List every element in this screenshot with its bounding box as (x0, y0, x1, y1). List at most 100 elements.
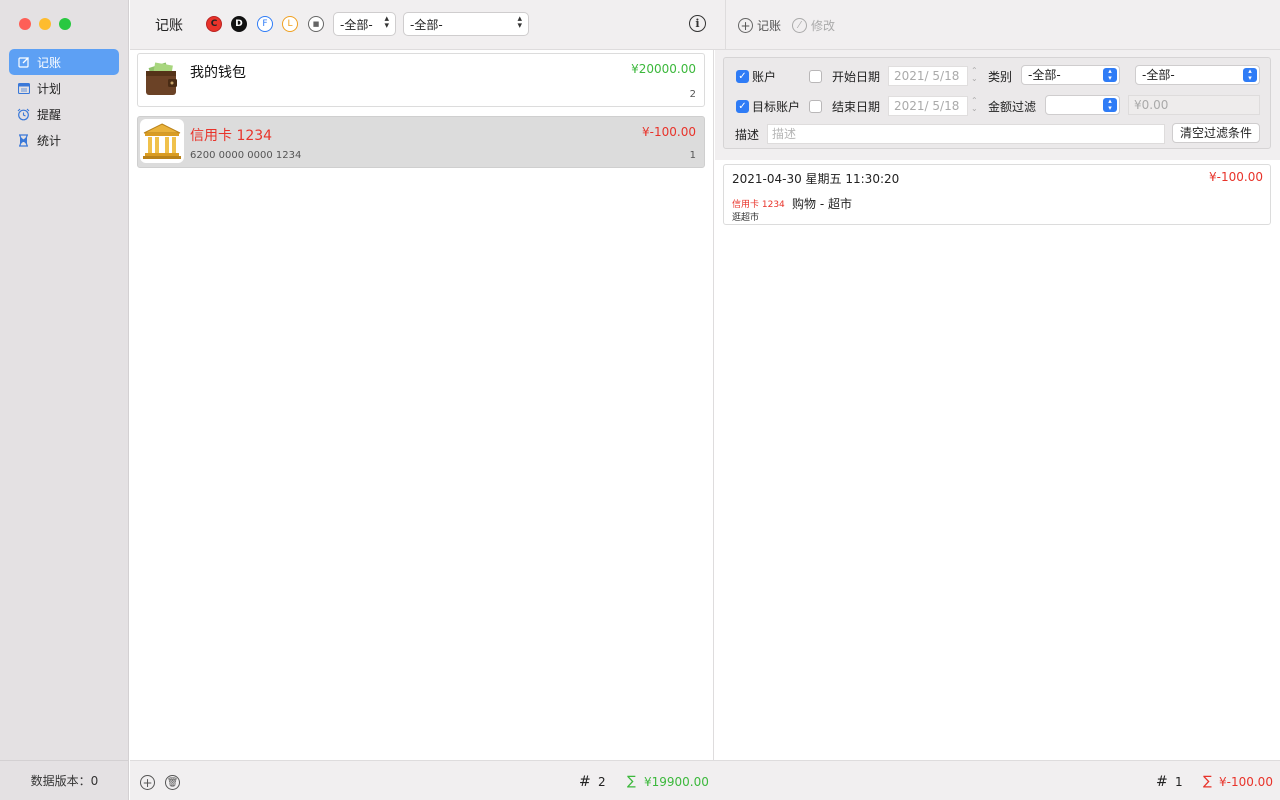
start-date-label: 开始日期 (832, 70, 881, 84)
window-controls (19, 18, 71, 30)
sidebar-item-plan[interactable]: 计划 (9, 75, 119, 101)
delete-account-button[interactable]: 🗑 (165, 775, 180, 790)
wallet-icon (140, 57, 184, 101)
total-balance: ¥19900.00 (644, 775, 709, 789)
transaction-account: 信用卡 1234 (732, 200, 785, 210)
account-count: 2 (598, 775, 606, 789)
data-version-label: 数据版本：0 (0, 760, 129, 800)
amount-filter-label: 金额过滤 (988, 100, 1037, 114)
chevron-updown-icon: ▴ ▾ (1103, 68, 1117, 82)
sidebar: 记账 计划 提醒 统计 数据版本：0 (0, 0, 129, 800)
end-date-stepper[interactable]: ⌃ ⌄ (971, 97, 978, 113)
account-name: 信用卡 1234 (190, 128, 273, 144)
sidebar-item-label: 记账 (37, 55, 62, 70)
zoom-window-button[interactable] (59, 18, 71, 30)
category-label: 类别 (988, 70, 1013, 84)
select-value: -全部- (340, 17, 373, 32)
transaction-count: 1 (1175, 775, 1183, 789)
loan-filter-button[interactable]: L (282, 16, 298, 32)
transaction-pane: ✓ 账户 开始日期 2021/ 5/18 ⌃ ⌄ 类别 -全部- ▴ ▾ -全部- … (715, 50, 1280, 760)
account-group-select[interactable]: -全部- ▴ ▾ (403, 12, 529, 36)
chevron-updown-icon: ▴ ▾ (1243, 68, 1257, 82)
transaction-category: 购物 - 超市 (792, 197, 852, 211)
sidebar-item-label: 提醒 (37, 107, 62, 122)
subcategory-select[interactable]: -全部- ▴ ▾ (1135, 65, 1260, 85)
account-card[interactable]: 我的钱包 ¥20000.00 2 (137, 53, 705, 107)
hourglass-icon (17, 133, 30, 147)
count-symbol: # (1156, 774, 1168, 790)
slash-icon: ⁄ (792, 18, 807, 33)
edit-record-label: 修改 (811, 19, 836, 33)
toolbar-divider (725, 0, 726, 50)
account-checkbox-label: 账户 (752, 70, 777, 84)
sum-symbol: ∑ (1203, 774, 1212, 789)
select-value: -全部- (1142, 68, 1175, 82)
sidebar-nav: 记账 计划 提醒 统计 (9, 49, 119, 153)
transaction-list-footer: # 1 ∑ ¥-100.00 (715, 760, 1280, 800)
account-record-count: 2 (689, 89, 696, 100)
end-date-field[interactable]: 2021/ 5/18 (888, 96, 968, 116)
account-number: 6200 0000 0000 1234 (190, 150, 302, 161)
sidebar-item-label: 统计 (37, 133, 62, 148)
account-balance: ¥20000.00 (631, 62, 696, 76)
transaction-note: 逛超市 (732, 213, 760, 223)
add-record-label: 记账 (757, 19, 782, 33)
edit-record-button[interactable]: ⁄ 修改 (792, 17, 835, 34)
chevron-updown-icon: ▴ ▾ (1103, 98, 1117, 112)
credit-filter-button[interactable]: C (206, 16, 222, 32)
plus-icon: + (738, 18, 753, 33)
account-card[interactable]: 信用卡 1234 ¥-100.00 6200 0000 0000 1234 1 (137, 116, 705, 168)
debit-filter-button[interactable]: D (231, 16, 247, 32)
add-account-button[interactable]: + (140, 775, 155, 790)
start-date-field[interactable]: 2021/ 5/18 (888, 66, 968, 86)
bank-icon (140, 119, 184, 163)
start-date-stepper[interactable]: ⌃ ⌄ (971, 67, 978, 83)
sidebar-item-bookkeeping[interactable]: 记账 (9, 49, 119, 75)
filter-panel: ✓ 账户 开始日期 2021/ 5/18 ⌃ ⌄ 类别 -全部- ▴ ▾ -全部- … (723, 57, 1271, 149)
clear-filters-button[interactable]: 清空过滤条件 (1172, 123, 1261, 143)
description-field[interactable]: 描述 (767, 124, 1165, 144)
add-record-button[interactable]: + 记账 (738, 17, 781, 34)
transaction-card[interactable]: 2021-04-30 星期五 11:30:20 ¥-100.00 信用卡 123… (723, 164, 1271, 225)
sidebar-item-label: 计划 (37, 81, 62, 96)
description-label: 描述 (735, 128, 760, 142)
count-symbol: # (579, 774, 591, 790)
sidebar-item-statistics[interactable]: 统计 (9, 127, 119, 153)
plus-icon: + (142, 775, 153, 790)
sum-symbol: ∑ (627, 774, 636, 789)
info-button[interactable]: i (689, 15, 706, 32)
target-account-label: 目标账户 (752, 100, 801, 114)
select-value: -全部- (1028, 68, 1061, 82)
transaction-total: ¥-100.00 (1219, 775, 1273, 789)
transaction-amount: ¥-100.00 (1209, 170, 1263, 184)
chevron-updown-icon: ▴ ▾ (384, 14, 389, 31)
toolbar: 记账 C D F L ■ -全部- ▴ ▾ -全部- ▴ ▾ i + 记账 ⁄ 修改 (130, 0, 1280, 50)
trash-icon: 🗑 (166, 777, 179, 788)
amount-filter-field[interactable]: ¥0.00 (1128, 95, 1260, 115)
sidebar-item-reminder[interactable]: 提醒 (9, 101, 119, 127)
account-type-select[interactable]: -全部- ▴ ▾ (333, 12, 396, 36)
account-checkbox[interactable]: ✓ (736, 70, 749, 83)
account-name: 我的钱包 (190, 65, 246, 81)
alarm-icon (17, 108, 30, 121)
end-date-label: 结束日期 (832, 100, 881, 114)
other-filter-button[interactable]: ■ (308, 16, 324, 32)
account-list: 我的钱包 ¥20000.00 2 信用卡 1234 ¥-100.00 6200 … (130, 50, 714, 760)
close-window-button[interactable] (19, 18, 31, 30)
target-account-checkbox[interactable]: ✓ (736, 100, 749, 113)
amount-filter-select[interactable]: ▴ ▾ (1045, 95, 1120, 115)
category-select[interactable]: -全部- ▴ ▾ (1021, 65, 1120, 85)
select-value: -全部- (410, 17, 443, 32)
edit-icon (17, 56, 30, 69)
calendar-icon (17, 82, 30, 95)
chevron-updown-icon: ▴ ▾ (517, 14, 522, 31)
minimize-window-button[interactable] (39, 18, 51, 30)
account-balance: ¥-100.00 (642, 125, 696, 139)
end-date-checkbox[interactable] (809, 100, 822, 113)
page-title: 记账 (155, 18, 183, 34)
fund-filter-button[interactable]: F (257, 16, 273, 32)
transaction-datetime: 2021-04-30 星期五 11:30:20 (732, 172, 900, 186)
start-date-checkbox[interactable] (809, 70, 822, 83)
account-record-count: 1 (689, 150, 696, 161)
filter-area: ✓ 账户 开始日期 2021/ 5/18 ⌃ ⌄ 类别 -全部- ▴ ▾ -全部- … (715, 50, 1280, 160)
